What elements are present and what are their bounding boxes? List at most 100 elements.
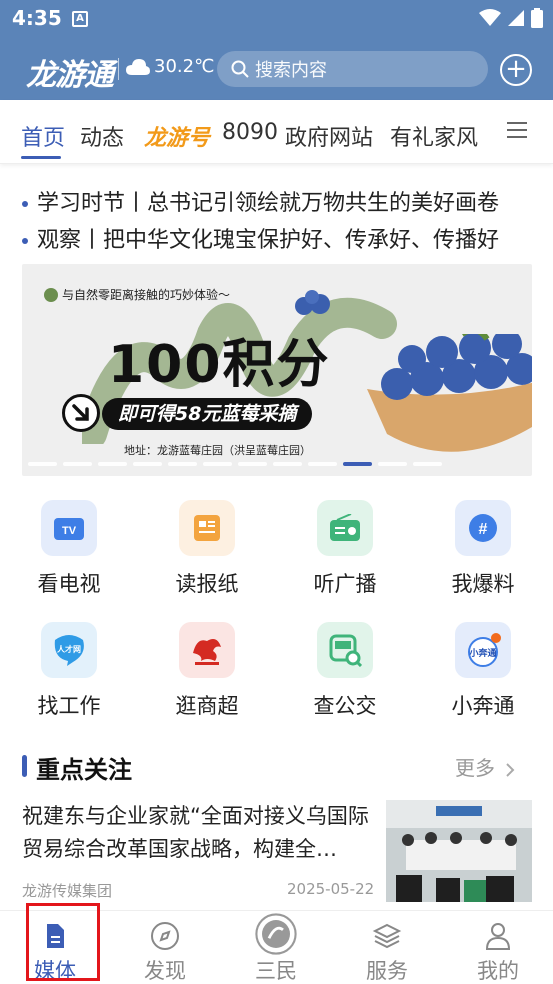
bus-icon [317, 622, 373, 678]
banner-dot[interactable] [133, 462, 162, 466]
top-header: 4:35 A 龙游通 30.2℃ 搜索内容 + [0, 0, 553, 100]
article-date: 2025-05-22 [287, 880, 375, 898]
service-label: 我爆料 [451, 572, 515, 596]
banner-dot[interactable] [343, 462, 372, 466]
app-bar: 龙游通 30.2℃ 搜索内容 + [0, 44, 553, 94]
system-icons [479, 8, 543, 28]
svg-text:小奔通: 小奔通 [468, 647, 496, 659]
tab-longyouhao[interactable]: 龙游号 [144, 120, 210, 152]
service-label: 听广播 [313, 572, 377, 596]
banner-dot[interactable] [238, 462, 267, 466]
article-title[interactable]: 祝建东与企业家就“全面对接义乌国际贸易综合改革国家战略，构建全… [22, 800, 378, 866]
search-icon [231, 60, 249, 78]
bullet-icon [22, 201, 28, 207]
banner-dot[interactable] [168, 462, 197, 466]
service-bus[interactable]: 查公交 [290, 622, 400, 720]
plus-icon[interactable]: + [500, 54, 532, 86]
service-label: 找工作 [37, 694, 101, 718]
compass-icon [151, 922, 179, 950]
status-time: 4:35 [12, 6, 62, 30]
banner-dot[interactable] [413, 462, 442, 466]
service-radio[interactable]: 听广播 [290, 500, 400, 598]
battery-icon [531, 8, 543, 28]
article-thumbnail[interactable] [386, 800, 532, 902]
promo-banner[interactable]: 与自然零距离接触的巧妙体验～ 100积分 即可得58元蓝莓采摘 地址：龙游蓝莓庄… [22, 264, 532, 476]
banner-dot[interactable] [28, 462, 57, 466]
service-shopping[interactable]: 逛商超 [152, 622, 262, 720]
section-title: 重点关注 [36, 756, 132, 784]
layers-icon [372, 923, 402, 949]
banner-dot[interactable] [273, 462, 302, 466]
service-watch-tv[interactable]: TV 看电视 [14, 500, 124, 598]
sanmin-icon [255, 913, 297, 955]
banner-dot[interactable] [378, 462, 407, 466]
banner-subline: 即可得58元蓝莓采摘 [102, 398, 313, 430]
tv-icon: TV [41, 500, 97, 556]
banner-dot[interactable] [308, 462, 337, 466]
tab-home[interactable]: 首页 [21, 120, 65, 152]
chevron-right-icon [506, 762, 515, 777]
banner-pagination [28, 462, 442, 466]
highlight-box [26, 903, 100, 981]
arrow-circle-icon [62, 394, 100, 432]
tab-news[interactable]: 动态 [80, 120, 124, 152]
banner-dot[interactable] [203, 462, 232, 466]
svg-text:TV: TV [62, 525, 77, 537]
wifi-icon [479, 9, 501, 26]
tab-government[interactable]: 政府网站 [285, 120, 373, 152]
nav-sanmin[interactable]: 三民 [221, 911, 331, 984]
temperature: 30.2℃ [154, 56, 215, 77]
more-link[interactable]: 更多 [455, 752, 515, 781]
svg-text:#: # [479, 521, 488, 538]
cloud-icon [126, 58, 150, 75]
headline-text: 观察丨把中华文化瑰宝保护好、传承好、传播好 [37, 228, 500, 253]
banner-dot[interactable] [98, 462, 127, 466]
weather-widget[interactable]: 30.2℃ [126, 56, 214, 77]
search-placeholder: 搜索内容 [255, 60, 327, 81]
job-icon: 人才网 [41, 622, 97, 678]
hashtag-icon: # [455, 500, 511, 556]
article-source: 龙游传媒集团 [22, 882, 113, 900]
user-icon [485, 923, 511, 950]
service-label: 逛商超 [175, 694, 239, 718]
service-read-newspaper[interactable]: 读报纸 [152, 500, 262, 598]
header-divider [118, 58, 119, 80]
headline-text: 学习时节丨总书记引领绘就万物共生的美好画卷 [37, 191, 500, 216]
channel-tabs: 首页 动态 龙游号 8090 政府网站 有礼家风 [0, 100, 553, 164]
status-bar: 4:35 A [0, 0, 553, 38]
search-bar[interactable]: 搜索内容 [217, 51, 488, 87]
banner-address: 地址：龙游蓝莓庄园（洪呈蓝莓庄园） [124, 444, 311, 457]
banner-headline: 100积分 [108, 335, 331, 395]
small-blueberries-image [295, 290, 330, 315]
service-label: 看电视 [37, 572, 101, 596]
headline-item[interactable]: 学习时节丨总书记引领绘就万物共生的美好画卷 [22, 185, 499, 217]
app-logo: 龙游通 [26, 58, 114, 93]
newspaper-icon [179, 500, 235, 556]
leaf-icon [44, 287, 58, 302]
service-label: 查公交 [313, 694, 377, 718]
section-bar [22, 755, 27, 777]
bullet-icon [22, 238, 28, 244]
tab-family[interactable]: 有礼家风 [390, 120, 478, 152]
blueberry-bowl-image [367, 334, 532, 452]
service-find-job[interactable]: 人才网 找工作 [14, 622, 124, 720]
active-tab-indicator [21, 156, 61, 159]
menu-icon[interactable] [507, 122, 527, 138]
tab-8090[interactable]: 8090 [222, 120, 278, 145]
notification-a-icon: A [72, 11, 88, 27]
svg-text:人才网: 人才网 [57, 644, 81, 654]
nav-me[interactable]: 我的 [443, 911, 553, 984]
service-xiaobentong[interactable]: 小奔通 小奔通 [428, 622, 538, 720]
xiaobentong-icon: 小奔通 [455, 622, 511, 678]
headline-item[interactable]: 观察丨把中华文化瑰宝保护好、传承好、传播好 [22, 222, 499, 254]
service-label: 读报纸 [175, 572, 239, 596]
nav-discover[interactable]: 发现 [110, 911, 220, 984]
banner-dot[interactable] [63, 462, 92, 466]
banner-tagline: 与自然零距离接触的巧妙体验～ [44, 286, 230, 303]
service-label: 小奔通 [451, 694, 515, 718]
signal-icon [508, 10, 524, 26]
nav-services[interactable]: 服务 [332, 911, 442, 984]
dragon-shop-icon [179, 622, 235, 678]
radio-icon [317, 500, 373, 556]
service-report[interactable]: # 我爆料 [428, 500, 538, 598]
